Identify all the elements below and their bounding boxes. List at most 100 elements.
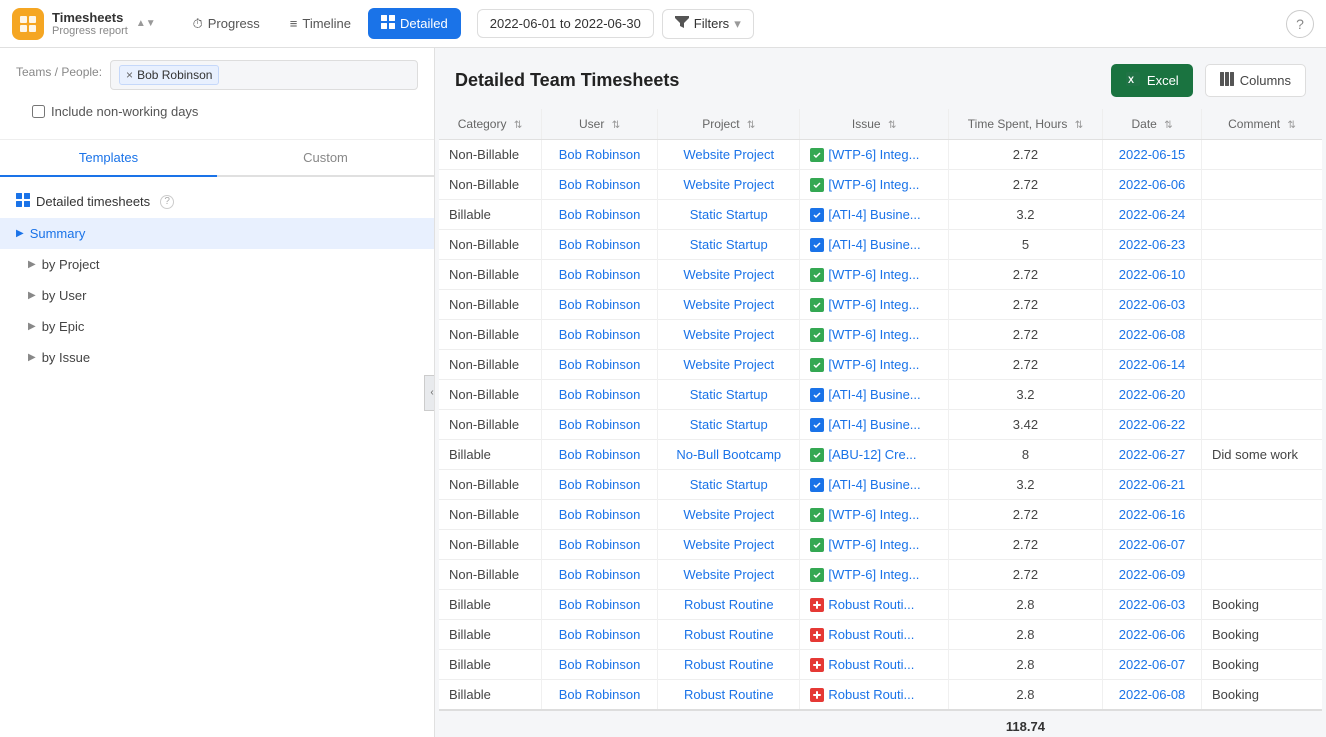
detailed-icon <box>381 15 395 32</box>
sidebar-item-by-user[interactable]: ▶ by User <box>0 280 434 311</box>
cell-user: Bob Robinson <box>541 140 657 170</box>
cell-category: Non-Billable <box>439 410 541 440</box>
cell-issue: Robust Routi... <box>800 590 948 620</box>
cell-issue: [WTP-6] Integ... <box>800 560 948 590</box>
excel-button[interactable]: X Excel <box>1111 64 1193 97</box>
col-issue[interactable]: Issue ⇅ <box>800 109 948 140</box>
cell-date: 2022-06-14 <box>1103 350 1202 380</box>
cell-category: Non-Billable <box>439 500 541 530</box>
cell-issue-text: [WTP-6] Integ... <box>828 297 919 312</box>
sidebar-item-by-epic[interactable]: ▶ by Epic <box>0 311 434 342</box>
col-date[interactable]: Date ⇅ <box>1103 109 1202 140</box>
cell-comment <box>1202 320 1322 350</box>
cell-category: Non-Billable <box>439 230 541 260</box>
cell-category: Billable <box>439 200 541 230</box>
cell-comment <box>1202 230 1322 260</box>
filters-button[interactable]: Filters ▾ <box>662 9 754 39</box>
cell-issue-text: Robust Routi... <box>828 597 914 612</box>
tab-detailed[interactable]: Detailed <box>368 8 461 39</box>
sidebar-item-by-issue[interactable]: ▶ by Issue <box>0 342 434 373</box>
cell-comment: Booking <box>1202 590 1322 620</box>
cell-issue-text: [ATI-4] Busine... <box>828 237 920 252</box>
cell-comment <box>1202 170 1322 200</box>
cell-project: Static Startup <box>658 200 800 230</box>
issue-icon <box>810 418 824 432</box>
sort-icon: ⇅ <box>1075 120 1083 131</box>
table-wrapper[interactable]: Category ⇅ User ⇅ Project ⇅ Issue <box>439 109 1322 737</box>
cell-category: Non-Billable <box>439 470 541 500</box>
cell-date: 2022-06-23 <box>1103 230 1202 260</box>
col-time-spent[interactable]: Time Spent, Hours ⇅ <box>948 109 1102 140</box>
cell-category: Non-Billable <box>439 560 541 590</box>
cell-time: 2.72 <box>948 320 1102 350</box>
table-row: Billable Bob Robinson Robust Routine Rob… <box>439 650 1322 680</box>
tab-timeline[interactable]: ≡ Timeline <box>277 8 364 39</box>
date-range-picker[interactable]: 2022-06-01 to 2022-06-30 <box>477 9 654 38</box>
col-project[interactable]: Project ⇅ <box>658 109 800 140</box>
cell-project: Website Project <box>658 560 800 590</box>
sort-icon: ⇅ <box>514 120 522 131</box>
cell-category: Non-Billable <box>439 290 541 320</box>
sidebar-item-by-project[interactable]: ▶ by Project <box>0 249 434 280</box>
table-row: Non-Billable Bob Robinson Static Startup… <box>439 470 1322 500</box>
issue-icon <box>810 688 824 702</box>
cell-time: 2.72 <box>948 140 1102 170</box>
columns-button[interactable]: Columns <box>1205 64 1306 97</box>
sidebar-item-summary[interactable]: ▶ Summary <box>0 218 434 249</box>
filter-tag-x[interactable]: × <box>126 68 133 82</box>
cell-project: Static Startup <box>658 410 800 440</box>
cell-issue-text: [ATI-4] Busine... <box>828 387 920 402</box>
cell-user: Bob Robinson <box>541 650 657 680</box>
cell-issue: Robust Routi... <box>800 620 948 650</box>
sidebar-collapse-button[interactable]: ‹ <box>424 375 435 411</box>
chevron-right-icon-4: ▶ <box>28 352 36 363</box>
cell-time: 2.8 <box>948 590 1102 620</box>
cell-issue: [WTP-6] Integ... <box>800 320 948 350</box>
excel-icon: X <box>1125 71 1141 90</box>
cell-issue-text: [WTP-6] Integ... <box>828 567 919 582</box>
help-icon-small[interactable]: ? <box>160 195 174 209</box>
cell-user: Bob Robinson <box>541 530 657 560</box>
sort-icon: ⇅ <box>612 120 620 131</box>
table-row: Billable Bob Robinson No-Bull Bootcamp [… <box>439 440 1322 470</box>
col-user[interactable]: User ⇅ <box>541 109 657 140</box>
chevron-right-icon-2: ▶ <box>28 290 36 301</box>
include-nonworking-checkbox[interactable] <box>32 105 45 118</box>
nav-arrows[interactable]: ▲▼ <box>136 18 156 29</box>
tab-templates[interactable]: Templates <box>0 140 217 177</box>
table-row: Billable Bob Robinson Robust Routine Rob… <box>439 680 1322 711</box>
cell-time: 5 <box>948 230 1102 260</box>
cell-issue: [WTP-6] Integ... <box>800 350 948 380</box>
cell-time: 2.72 <box>948 500 1102 530</box>
tab-progress[interactable]: ⏱ Progress <box>180 8 273 39</box>
footer-empty-2 <box>1103 710 1322 737</box>
col-category[interactable]: Category ⇅ <box>439 109 541 140</box>
cell-category: Non-Billable <box>439 350 541 380</box>
teams-people-input[interactable]: × Bob Robinson <box>110 60 418 90</box>
cell-user: Bob Robinson <box>541 470 657 500</box>
issue-icon <box>810 358 824 372</box>
issue-icon <box>810 208 824 222</box>
issue-icon <box>810 298 824 312</box>
help-button[interactable]: ? <box>1286 10 1314 38</box>
sidebar-item-detailed-timesheets[interactable]: Detailed timesheets ? <box>0 185 434 218</box>
cell-project: Robust Routine <box>658 680 800 711</box>
issue-icon <box>810 268 824 282</box>
cell-project: Website Project <box>658 140 800 170</box>
tab-custom[interactable]: Custom <box>217 140 434 177</box>
issue-icon <box>810 328 824 342</box>
filter-tag-bob: × Bob Robinson <box>119 65 219 85</box>
cell-date: 2022-06-03 <box>1103 590 1202 620</box>
sidebar-tabs: Templates Custom <box>0 140 434 177</box>
cell-issue: Robust Routi... <box>800 650 948 680</box>
cell-issue-text: [WTP-6] Integ... <box>828 177 919 192</box>
cell-user: Bob Robinson <box>541 620 657 650</box>
col-comment[interactable]: Comment ⇅ <box>1202 109 1322 140</box>
cell-issue: [ABU-12] Cre... <box>800 440 948 470</box>
cell-comment: Booking <box>1202 620 1322 650</box>
timesheets-table: Category ⇅ User ⇅ Project ⇅ Issue <box>439 109 1322 737</box>
table-row: Non-Billable Bob Robinson Website Projec… <box>439 350 1322 380</box>
columns-icon <box>1220 72 1234 89</box>
footer-total: 118.74 <box>948 710 1102 737</box>
cell-project: Website Project <box>658 500 800 530</box>
